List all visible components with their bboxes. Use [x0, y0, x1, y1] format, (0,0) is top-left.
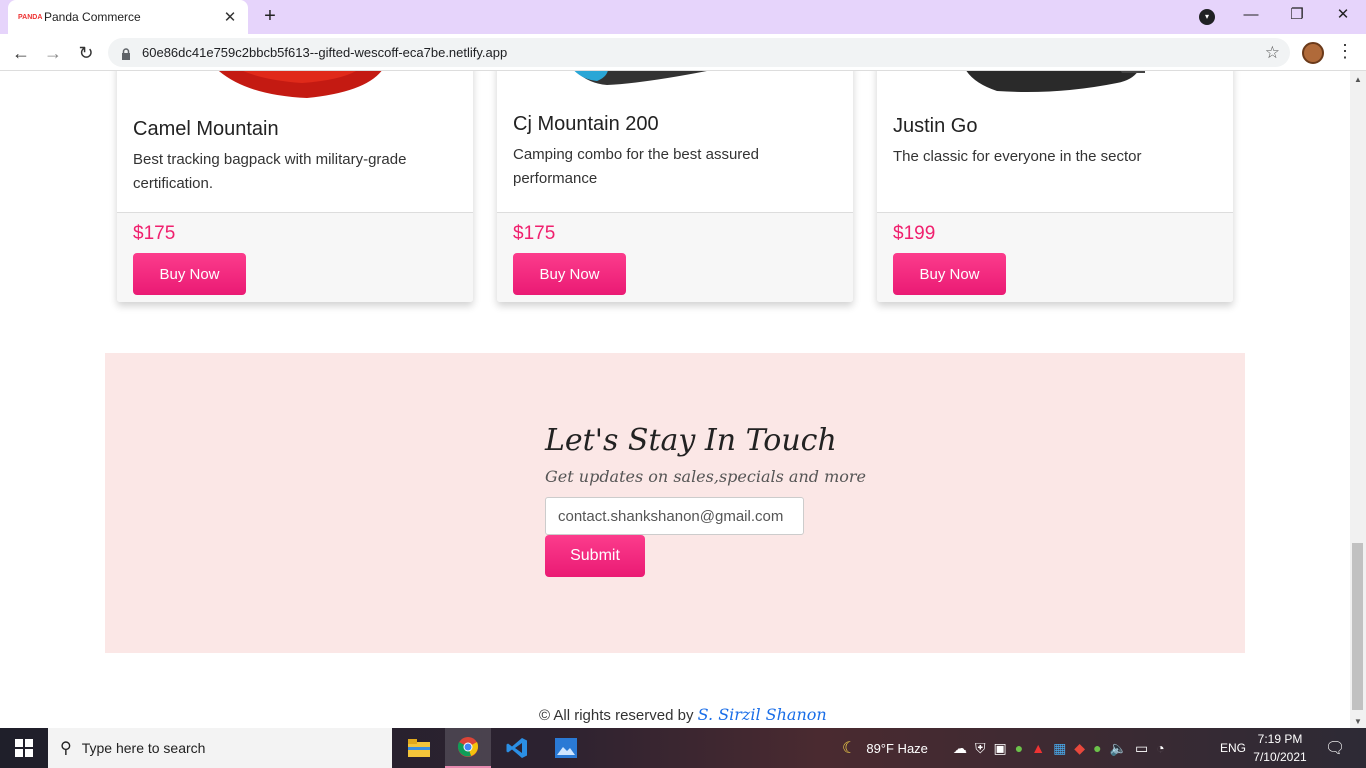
- utorrent-icon[interactable]: ●: [1015, 740, 1023, 756]
- windows-start-icon[interactable]: [0, 728, 48, 768]
- product-footer: $175 Buy Now: [117, 212, 473, 302]
- product-image: [117, 71, 473, 99]
- newsletter-subtitle: Get updates on sales,specials and more: [545, 467, 866, 486]
- moon-haze-icon: ☾: [842, 740, 857, 757]
- buy-now-button[interactable]: Buy Now: [133, 253, 246, 295]
- product-description: Best tracking bagpack with military-grad…: [133, 151, 407, 192]
- taskbar-clock[interactable]: 7:19 PM 7/10/2021: [1250, 730, 1310, 766]
- product-image: [497, 71, 853, 99]
- weather-widget[interactable]: ☾ 89°F Haze: [842, 728, 928, 768]
- display-icon[interactable]: ▣: [994, 740, 1007, 757]
- product-card: Cj Mountain 200 Camping combo for the be…: [497, 71, 853, 302]
- browser-tab[interactable]: PANDA Panda Commerce ✕: [8, 0, 248, 34]
- page-scrollbar[interactable]: ▲ ▼: [1350, 71, 1366, 728]
- notifications-icon[interactable]: 🗨: [1325, 728, 1345, 768]
- reload-icon[interactable]: ↻: [73, 40, 99, 66]
- weather-text: 89°F Haze: [866, 740, 928, 756]
- buy-now-button[interactable]: Buy Now: [513, 253, 626, 295]
- close-window-button[interactable]: ✕: [1320, 0, 1366, 30]
- search-placeholder: Type here to search: [81, 740, 206, 756]
- browser-tab-strip: PANDA Panda Commerce ✕ + ▾ — ❐ ✕: [0, 0, 1366, 34]
- scroll-down-arrow-icon[interactable]: ▼: [1354, 717, 1362, 726]
- menu-kebab-icon[interactable]: ⋮: [1336, 41, 1354, 62]
- buy-now-button[interactable]: Buy Now: [893, 253, 1006, 295]
- address-bar[interactable]: 60e86dc41e759c2bbcb5f613--gifted-wescoff…: [108, 38, 1290, 67]
- submit-button[interactable]: Submit: [545, 535, 645, 577]
- scroll-up-arrow-icon[interactable]: ▲: [1354, 75, 1362, 84]
- product-description: The classic for everyone in the sector: [893, 148, 1142, 165]
- scrollbar-thumb[interactable]: [1352, 543, 1363, 710]
- security-icon[interactable]: ⛨: [975, 740, 986, 757]
- lock-icon[interactable]: [120, 47, 132, 60]
- product-card: Justin Go The classic for everyone in th…: [877, 71, 1233, 302]
- clock-time: 7:19 PM: [1257, 732, 1303, 746]
- product-price: $175: [513, 223, 556, 244]
- newsletter-title: Let's Stay In Touch: [545, 423, 837, 458]
- profile-avatar[interactable]: [1302, 42, 1324, 64]
- tab-title: Panda Commerce: [44, 10, 141, 24]
- product-card: Camel Mountain Best tracking bagpack wit…: [117, 71, 473, 302]
- anydesk-icon[interactable]: ◆: [1074, 740, 1085, 757]
- product-footer: $175 Buy Now: [497, 212, 853, 302]
- clock-date: 7/10/2021: [1253, 750, 1307, 764]
- author-link[interactable]: S. Sirzil Shanon: [698, 705, 827, 724]
- product-name: Cj Mountain 200: [513, 113, 659, 135]
- file-explorer-icon[interactable]: [396, 728, 442, 768]
- product-image: [877, 71, 1233, 99]
- copyright-footer: © All rights reserved by S. Sirzil Shano…: [539, 705, 827, 724]
- search-icon: ⚲: [60, 740, 72, 757]
- bookmark-star-icon[interactable]: ☆: [1265, 43, 1280, 63]
- acrobat-icon[interactable]: ▲: [1031, 740, 1045, 756]
- minimize-button[interactable]: —: [1228, 0, 1274, 30]
- product-price: $175: [133, 223, 176, 244]
- taskbar-search-box[interactable]: ⚲ Type here to search: [48, 728, 392, 768]
- page-viewport: Camel Mountain Best tracking bagpack wit…: [0, 71, 1350, 728]
- system-tray-icons: ☁ ⛨ ▣ ● ▲ ▦ ◆ ● 🔈 ▭ ◔: [953, 728, 1165, 768]
- new-tab-button[interactable]: +: [258, 5, 282, 29]
- volume-icon[interactable]: 🔈: [1110, 740, 1127, 757]
- onedrive-icon[interactable]: ☁: [953, 740, 967, 757]
- vscode-icon[interactable]: [494, 728, 540, 768]
- battery-icon[interactable]: ▭: [1135, 740, 1148, 757]
- product-name: Camel Mountain: [133, 118, 279, 140]
- product-price: $199: [893, 223, 936, 244]
- url-text: 60e86dc41e759c2bbcb5f613--gifted-wescoff…: [142, 45, 508, 60]
- newsletter-section: Let's Stay In Touch Get updates on sales…: [105, 353, 1245, 653]
- wifi-icon[interactable]: ◔: [1156, 740, 1164, 756]
- windows-taskbar: ⚲ Type here to search ☾ 89°F Haze ☁ ⛨ ▣ …: [0, 728, 1366, 768]
- photos-icon[interactable]: [543, 728, 589, 768]
- email-field[interactable]: [545, 497, 804, 535]
- language-indicator[interactable]: ENG: [1220, 728, 1246, 768]
- network-tool-icon[interactable]: ▦: [1053, 740, 1066, 757]
- panda-favicon-icon: PANDA: [18, 13, 43, 21]
- back-arrow-icon[interactable]: ←: [8, 40, 34, 66]
- restore-button[interactable]: ❐: [1274, 0, 1320, 30]
- product-name: Justin Go: [893, 115, 978, 137]
- close-tab-icon[interactable]: ✕: [222, 8, 238, 26]
- copyright-text: © All rights reserved by: [539, 707, 694, 724]
- product-footer: $199 Buy Now: [877, 212, 1233, 302]
- utorrent-alt-icon[interactable]: ●: [1093, 740, 1101, 756]
- browser-toolbar: ← → ↻ 60e86dc41e759c2bbcb5f613--gifted-w…: [0, 34, 1366, 71]
- tab-search-icon[interactable]: ▾: [1199, 9, 1215, 25]
- forward-arrow-icon[interactable]: →: [40, 40, 66, 66]
- product-description: Camping combo for the best assured perfo…: [513, 146, 759, 187]
- chrome-icon[interactable]: [445, 728, 491, 768]
